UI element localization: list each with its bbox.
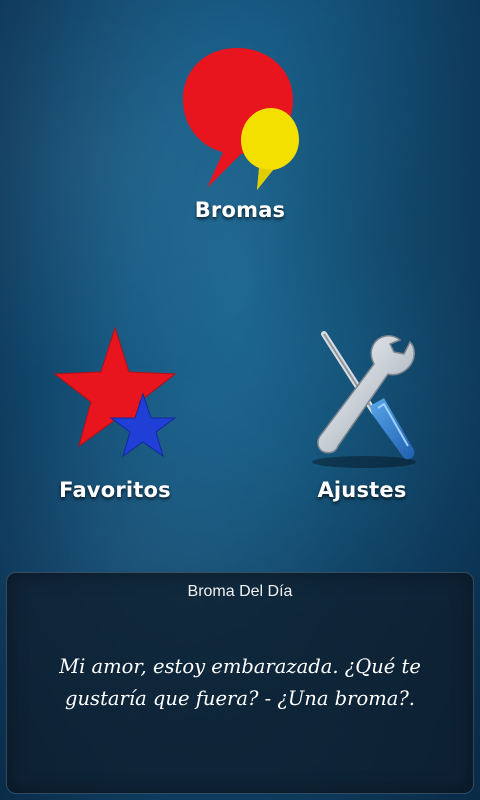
favoritos-button[interactable]: Favoritos — [50, 322, 180, 502]
favoritos-label: Favoritos — [59, 478, 171, 502]
joke-of-day-text: Mi amor, estoy embarazada. ¿Qué te gusta… — [59, 655, 421, 710]
speech-bubbles-icon — [183, 48, 299, 190]
ajustes-button[interactable]: Ajustes — [293, 322, 431, 502]
joke-of-day-title: Broma Del Día — [187, 583, 293, 600]
tools-icon — [312, 331, 416, 468]
bromas-label: Bromas — [194, 198, 286, 222]
stars-icon — [53, 326, 177, 458]
bromas-button[interactable]: Bromas — [160, 42, 320, 222]
joke-of-day-panel: Broma Del Día Mi amor, estoy embarazada.… — [6, 572, 474, 794]
ajustes-label: Ajustes — [317, 478, 407, 502]
